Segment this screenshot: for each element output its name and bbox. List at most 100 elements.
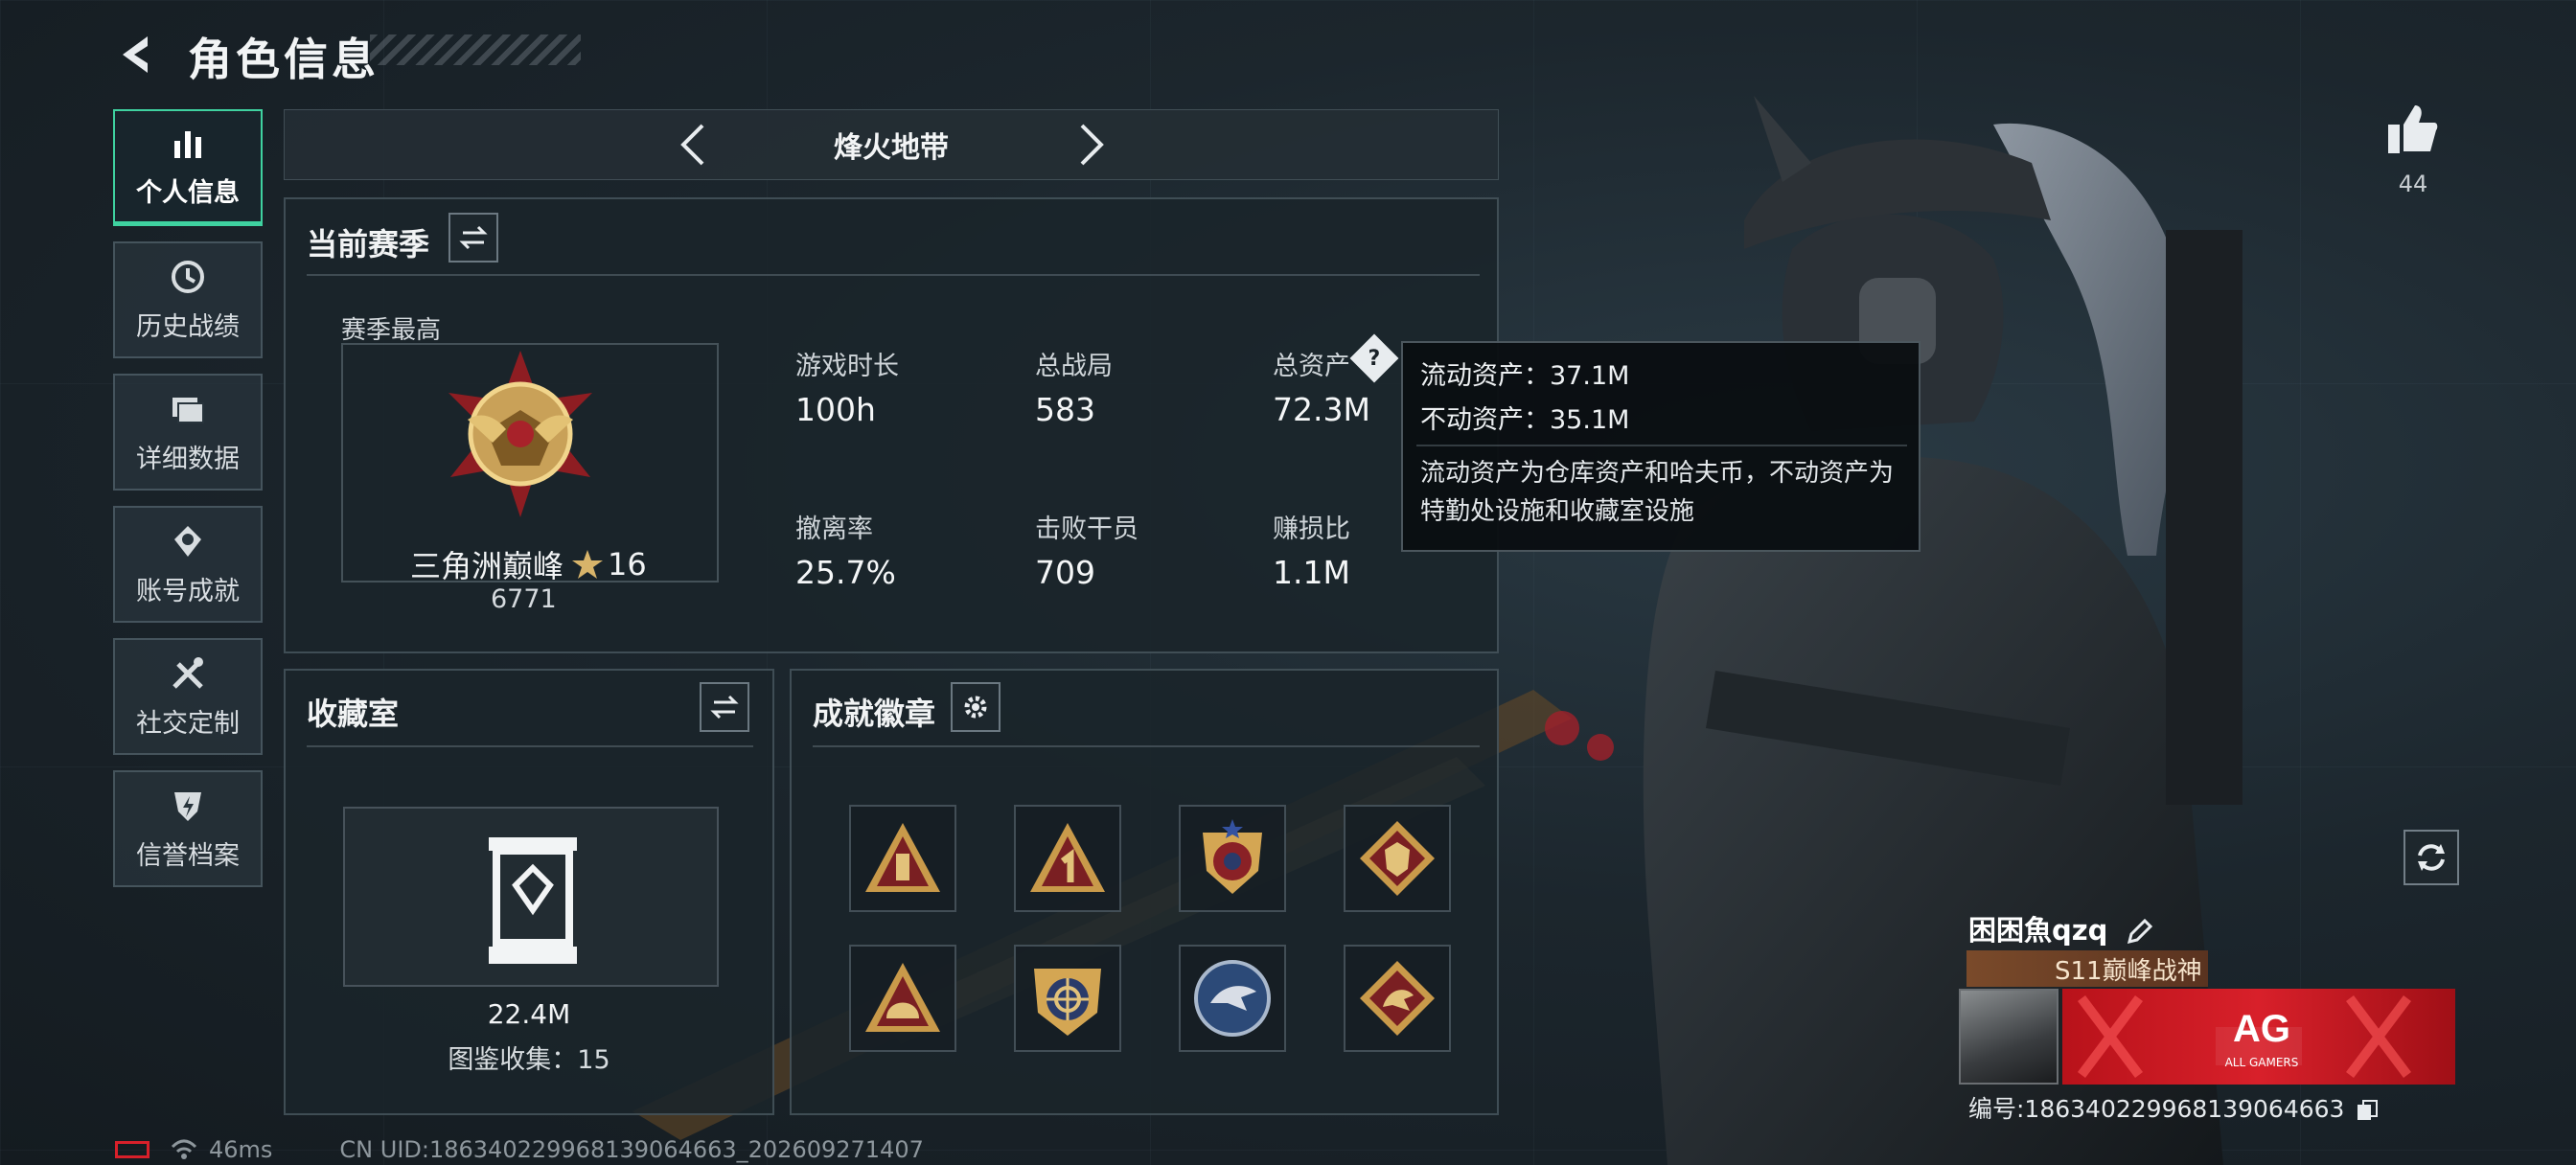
banner-logo-text: AG xyxy=(2233,1008,2290,1050)
gear-icon xyxy=(964,696,987,719)
map-selector: 烽火地带 xyxy=(284,109,1499,180)
collection-room-preview[interactable] xyxy=(343,807,719,987)
swap-icon xyxy=(459,225,488,250)
season-best-label: 赛季最高 xyxy=(341,316,442,345)
sidebar-item-personal-info[interactable]: 个人信息 xyxy=(113,109,263,226)
player-title-banner: S11巅峰战神 xyxy=(1966,950,2208,987)
stat-label-extract-rate: 撤离率 xyxy=(795,514,873,544)
rank-stars: 16 xyxy=(608,546,647,582)
swap-icon xyxy=(710,695,739,720)
triangle-helmet-badge-icon xyxy=(865,963,940,1032)
achievement-badge[interactable] xyxy=(849,805,956,912)
tooltip-liquid-assets: 流动资产：37.1M xyxy=(1420,361,1630,391)
sidebar-item-label: 账号成就 xyxy=(136,576,240,606)
assets-tooltip: 流动资产：37.1M 不动资产：35.1M 流动资产为仓库资产和哈夫币，不动资产… xyxy=(1401,341,1920,552)
star-icon xyxy=(572,550,604,579)
reputation-shield-icon xyxy=(174,791,201,821)
title-decoration xyxy=(370,34,581,65)
sidebar-item-label: 个人信息 xyxy=(136,178,240,208)
history-clock-icon xyxy=(172,260,204,293)
achievement-badge[interactable] xyxy=(1179,805,1286,912)
collection-panel: 收藏室 22.4M 图鉴收集：15 xyxy=(284,669,774,1115)
tooltip-description: 流动资产为仓库资产和哈夫币，不动资产为特勤处设施和收藏室设施 xyxy=(1420,459,1895,526)
stat-value-profit-ratio: 1.1M xyxy=(1273,554,1350,591)
rank-score: 6771 xyxy=(491,584,557,614)
dragon-diamond-badge-icon xyxy=(1360,961,1435,1036)
achievement-badge[interactable] xyxy=(1014,805,1121,912)
wolf-diamond-badge-icon xyxy=(1360,821,1435,896)
tooltip-divider xyxy=(1416,445,1907,446)
banner-logo-subtext: ALL GAMERS xyxy=(2224,1056,2299,1069)
achievements-panel: 成就徽章 xyxy=(790,669,1499,1115)
stat-value-matches: 583 xyxy=(1035,391,1095,428)
achievement-icon xyxy=(174,525,201,557)
avatar[interactable] xyxy=(1959,989,2058,1085)
folders-icon xyxy=(172,397,204,423)
shield-star-badge-icon xyxy=(1203,819,1262,894)
achievements-settings-button[interactable] xyxy=(951,682,1000,732)
sidebar-item-label: 社交定制 xyxy=(136,708,240,739)
panel-divider xyxy=(307,745,753,747)
wifi-icon xyxy=(171,1139,197,1159)
achievement-badge[interactable] xyxy=(849,945,956,1052)
sidebar-item-achievements[interactable]: 账号成就 xyxy=(113,506,263,623)
stat-value-playtime: 100h xyxy=(795,391,876,428)
help-icon[interactable]: ? xyxy=(1349,333,1399,383)
triangle-tower-badge-icon xyxy=(865,823,940,892)
map-name: 烽火地带 xyxy=(834,131,949,165)
sidebar-item-label: 详细数据 xyxy=(136,444,240,474)
sidebar-item-reputation[interactable]: 信誉档案 xyxy=(113,770,263,887)
page-title: 角色信息 xyxy=(188,34,380,85)
achievement-badge[interactable] xyxy=(1179,945,1286,1052)
copy-icon[interactable] xyxy=(2356,1099,2379,1122)
achievement-badge[interactable] xyxy=(1014,945,1121,1052)
stat-label-playtime: 游戏时长 xyxy=(795,352,899,381)
ping-value: 46ms xyxy=(209,1136,273,1163)
shield-crosshair-badge-icon xyxy=(1034,969,1101,1036)
panel-divider xyxy=(813,745,1480,747)
eagle-circle-badge-icon xyxy=(1194,960,1271,1037)
stat-label-total-assets: 总资产 xyxy=(1273,352,1350,381)
edit-pencil-icon[interactable] xyxy=(2126,918,2152,946)
collection-catalog: 图鉴收集：15 xyxy=(448,1045,610,1075)
triangle-number-one-badge-icon xyxy=(1030,823,1105,892)
like-count: 44 xyxy=(2398,171,2428,197)
uid-value: CN UID:1863402299681390646​63_2026092714… xyxy=(339,1136,924,1163)
status-bar: 46ms CN UID:1863402299681390646​63_20260… xyxy=(115,1136,924,1163)
rotate-character-button[interactable] xyxy=(2404,830,2459,885)
player-name: 困困魚qzq xyxy=(1968,908,2152,948)
player-name-text: 困困魚qzq xyxy=(1968,914,2108,947)
stat-label-profit-ratio: 赚损比 xyxy=(1273,514,1350,544)
player-id: 编号:1863402299681390646​63 xyxy=(1968,1090,2379,1125)
rank-line: 三角洲巅峰 16 xyxy=(410,542,647,586)
player-banner: AG ALL GAMERS xyxy=(2062,989,2455,1085)
achievements-title: 成就徽章 xyxy=(813,696,936,732)
stat-label-kills: 击败干员 xyxy=(1035,514,1138,544)
stat-value-extract-rate: 25.7% xyxy=(795,554,896,591)
bar-chart-icon xyxy=(174,131,201,158)
swap-season-button[interactable] xyxy=(448,213,498,263)
display-case-icon xyxy=(489,837,577,964)
stat-label-matches: 总战局 xyxy=(1035,352,1113,381)
refresh-icon xyxy=(2418,844,2445,871)
battery-icon xyxy=(115,1141,150,1158)
sidebar-item-history[interactable]: 历史战绩 xyxy=(113,241,263,358)
collection-title: 收藏室 xyxy=(307,696,400,732)
season-panel-title: 当前赛季 xyxy=(307,226,430,263)
achievement-badge[interactable] xyxy=(1344,805,1451,912)
stat-value-total-assets: 72.3M xyxy=(1273,391,1370,428)
collection-value: 22.4M xyxy=(487,998,571,1030)
back-arrow-icon[interactable] xyxy=(115,33,159,77)
sidebar-item-social[interactable]: 社交定制 xyxy=(113,638,263,755)
stat-value-kills: 709 xyxy=(1035,554,1095,591)
rank-medal-icon xyxy=(448,351,592,517)
sidebar-item-label: 历史战绩 xyxy=(136,311,240,342)
panel-divider xyxy=(307,274,1480,276)
swap-collection-button[interactable] xyxy=(700,682,749,732)
achievement-badge[interactable] xyxy=(1344,945,1451,1052)
thumbs-up-icon[interactable] xyxy=(2384,102,2440,157)
tooltip-fixed-assets: 不动资产：35.1M xyxy=(1420,405,1630,435)
chevron-right-icon[interactable] xyxy=(1065,120,1115,170)
wrench-tools-icon xyxy=(172,656,203,689)
sidebar-item-detailed-data[interactable]: 详细数据 xyxy=(113,374,263,491)
